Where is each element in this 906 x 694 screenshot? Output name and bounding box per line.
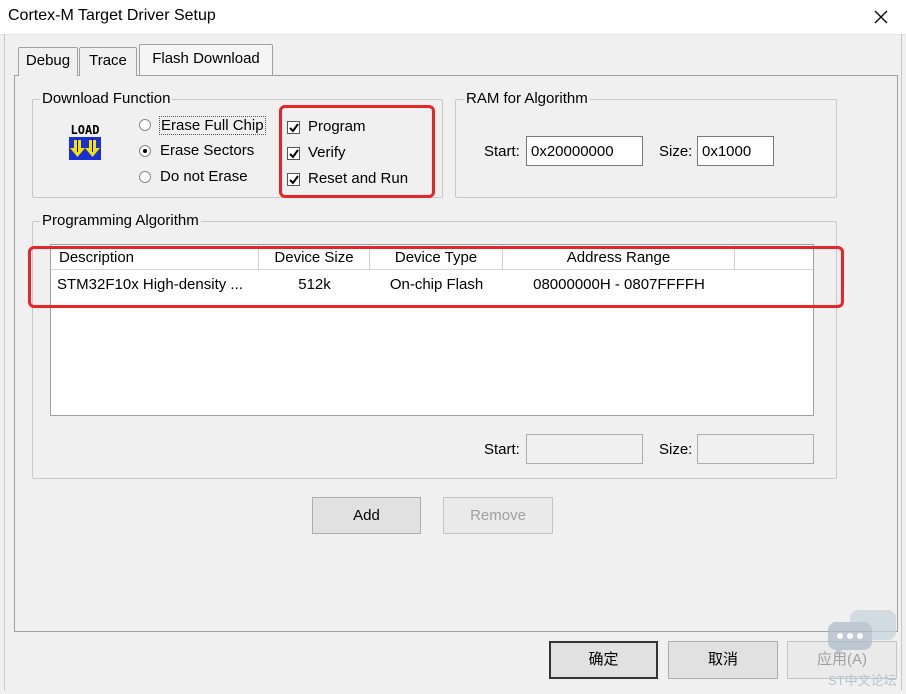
- cell-device-size: 512k: [298, 276, 331, 293]
- close-button[interactable]: [864, 4, 898, 30]
- load-icon: LOAD: [64, 122, 106, 162]
- tab-flash-download[interactable]: Flash Download: [139, 44, 273, 75]
- program-label[interactable]: Program: [308, 118, 366, 135]
- reset-and-run-checkbox[interactable]: [287, 173, 300, 186]
- reset-and-run-label[interactable]: Reset and Run: [308, 170, 408, 187]
- erase-full-chip-radio[interactable]: [139, 119, 151, 131]
- verify-checkbox[interactable]: [287, 147, 300, 160]
- ram-size-input[interactable]: [697, 136, 774, 166]
- cell-description: STM32F10x High-density ...: [57, 276, 243, 293]
- ram-start-label: Start:: [484, 143, 520, 160]
- cell-device-type: On-chip Flash: [389, 276, 484, 293]
- ok-button[interactable]: 确定: [549, 641, 658, 679]
- ram-size-label: Size:: [659, 143, 693, 160]
- column-header-description[interactable]: Description: [51, 245, 259, 270]
- do-not-erase-label[interactable]: Do not Erase: [160, 168, 248, 185]
- remove-button[interactable]: Remove: [443, 497, 553, 534]
- ram-start-input[interactable]: [526, 136, 643, 166]
- checkmark-icon: [288, 174, 299, 185]
- algorithm-size-label: Size:: [659, 441, 693, 458]
- algorithm-size-input[interactable]: [697, 434, 814, 464]
- checkmark-icon: [288, 148, 299, 159]
- window-title: Cortex-M Target Driver Setup: [8, 7, 216, 24]
- cancel-button[interactable]: 取消: [668, 641, 778, 679]
- algorithm-start-label: Start:: [484, 441, 520, 458]
- table-row[interactable]: STM32F10x High-density ... 512k On-chip …: [51, 271, 813, 299]
- program-checkbox[interactable]: [287, 121, 300, 134]
- cell-address-range: 08000000H - 0807FFFFH: [533, 276, 705, 293]
- column-header-address-range[interactable]: Address Range: [503, 245, 735, 270]
- programming-algorithm-legend: Programming Algorithm: [40, 212, 201, 229]
- checkmark-icon: [288, 122, 299, 133]
- close-icon: [874, 10, 888, 24]
- ram-for-algorithm-legend: RAM for Algorithm: [464, 90, 590, 107]
- add-button[interactable]: Add: [312, 497, 421, 534]
- column-header-empty: [735, 245, 813, 270]
- erase-full-chip-label[interactable]: Erase Full Chip: [159, 116, 266, 135]
- load-icon-text: LOAD: [71, 123, 100, 137]
- download-function-legend: Download Function: [40, 90, 173, 107]
- erase-sectors-radio[interactable]: [139, 145, 151, 157]
- erase-sectors-label[interactable]: Erase Sectors: [160, 142, 254, 159]
- column-header-device-type[interactable]: Device Type: [370, 245, 503, 270]
- column-header-device-size[interactable]: Device Size: [259, 245, 370, 270]
- tab-trace[interactable]: Trace: [79, 47, 137, 76]
- verify-label[interactable]: Verify: [308, 144, 346, 161]
- do-not-erase-radio[interactable]: [139, 171, 151, 183]
- algorithm-start-input[interactable]: [526, 434, 643, 464]
- tab-debug[interactable]: Debug: [18, 47, 78, 76]
- algorithm-list[interactable]: Description Device Size Device Type Addr…: [50, 244, 814, 416]
- chat-bubble-icon: [826, 608, 898, 658]
- watermark-text: ST中文论坛: [828, 673, 897, 688]
